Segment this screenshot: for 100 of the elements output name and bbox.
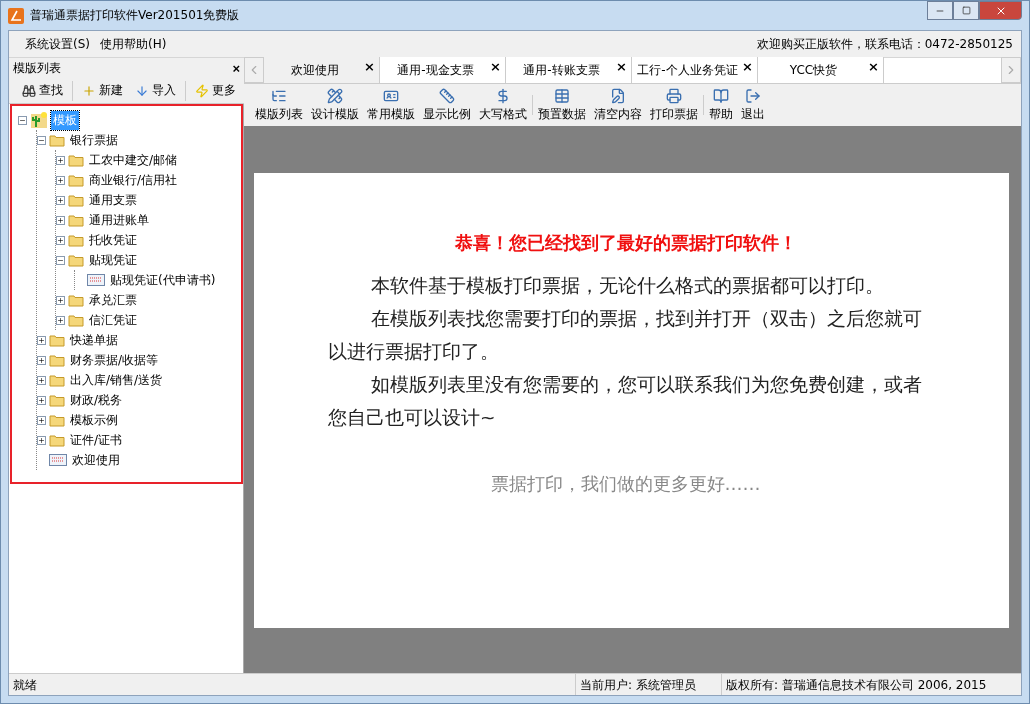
expand-toggle[interactable]: [56, 235, 65, 245]
tab-close-button[interactable]: ×: [616, 59, 627, 74]
tree-item[interactable]: 欢迎使用: [70, 450, 122, 470]
tree-item[interactable]: 证件/证书: [68, 430, 125, 450]
expand-toggle[interactable]: [56, 255, 65, 265]
expand-toggle[interactable]: [37, 415, 46, 425]
folder-icon: [68, 253, 84, 267]
tab[interactable]: 通用-现金支票 ×: [380, 57, 506, 83]
tab-close-button[interactable]: ×: [742, 59, 753, 74]
toolbar-button[interactable]: 导入: [132, 80, 179, 101]
toolbar-button[interactable]: 帮助: [706, 85, 736, 125]
tree-item[interactable]: 工农中建交/邮储: [87, 150, 180, 170]
tree-item[interactable]: 财务票据/收据等: [68, 350, 161, 370]
tab-close-button[interactable]: ×: [364, 59, 375, 74]
tree-item[interactable]: 承兑汇票: [87, 290, 139, 310]
toolbar-button[interactable]: 预置数据: [535, 85, 589, 125]
tab-close-button[interactable]: ×: [490, 59, 501, 74]
panel-title: 模版列表: [13, 59, 61, 77]
folder-icon: [49, 433, 65, 447]
form-icon: [49, 454, 67, 466]
plus-icon: [38, 396, 45, 404]
tree-item[interactable]: 贴现凭证: [87, 250, 139, 270]
welcome-heading: 恭喜！您已经找到了最好的票据打印软件！: [453, 231, 798, 255]
toolbar-button[interactable]: 新建: [79, 80, 126, 101]
tree-item[interactable]: 托收凭证: [87, 230, 139, 250]
book-icon: [713, 87, 729, 104]
toolbar-button[interactable]: 更多: [192, 80, 239, 101]
toolbar-button[interactable]: 查找: [19, 80, 66, 101]
plus-icon: [38, 356, 45, 364]
slogan-text: 票据打印，我们做的更多更好……: [489, 472, 762, 496]
tree-item[interactable]: 贴现凭证(代申请书): [108, 270, 218, 290]
promo-text: 欢迎购买正版软件，联系电话：0472-2850125: [756, 35, 1013, 53]
expand-toggle[interactable]: [37, 395, 46, 405]
tab[interactable]: 通用-转账支票 ×: [506, 57, 632, 83]
folder-icon: [68, 233, 84, 247]
folder-icon: [49, 333, 65, 347]
folder-icon: [49, 133, 65, 147]
tree-item[interactable]: 出入库/销售/送货: [68, 370, 165, 390]
expand-toggle[interactable]: [37, 135, 46, 145]
expand-toggle[interactable]: [18, 115, 27, 125]
maximize-button[interactable]: [953, 1, 979, 20]
plus-icon: [57, 176, 64, 184]
status-text: 就绪: [12, 677, 38, 694]
tree-item[interactable]: 财政/税务: [68, 390, 125, 410]
plus-icon: [57, 296, 64, 304]
ruler-pencil-icon: [327, 87, 343, 104]
expand-toggle[interactable]: [56, 175, 65, 185]
expand-toggle[interactable]: [56, 155, 65, 165]
plus-icon: [38, 436, 45, 444]
expand-toggle[interactable]: [37, 335, 46, 345]
dollar-icon: [495, 87, 511, 104]
tab-close-button[interactable]: ×: [868, 59, 879, 74]
menu-item[interactable]: 使用帮助(H): [100, 33, 167, 55]
tab[interactable]: 欢迎使用 ×: [264, 57, 380, 83]
toolbar-button[interactable]: 打印票据: [647, 85, 701, 125]
panel-close-button[interactable]: ×: [232, 60, 240, 76]
tab[interactable]: 工行-个人业务凭证 ×: [632, 57, 758, 83]
tree-item[interactable]: 快递单据: [68, 330, 120, 350]
minimize-button[interactable]: [927, 1, 953, 20]
tree-item[interactable]: 模板示例: [68, 410, 120, 430]
tab[interactable]: YCC快货 ×: [758, 57, 884, 83]
binoculars-icon: [22, 83, 36, 98]
cactus-picture-icon: [30, 111, 48, 129]
welcome-paragraph: 在模版列表找您需要打印的票据，找到并打开（双击）之后您就可以进行票据打印了。: [328, 307, 923, 364]
ruler-icon: [439, 87, 455, 104]
table-icon: [554, 87, 570, 104]
plus-icon: [38, 416, 45, 424]
folder-icon: [68, 153, 84, 167]
tree-item[interactable]: 通用支票: [87, 190, 139, 210]
folder-icon: [68, 213, 84, 227]
folder-icon: [68, 173, 84, 187]
expand-toggle[interactable]: [37, 435, 46, 445]
toolbar-button[interactable]: 大写格式: [476, 85, 530, 125]
toolbar-button[interactable]: 模版列表: [252, 85, 306, 125]
expand-toggle[interactable]: [37, 375, 46, 385]
expand-toggle[interactable]: [56, 195, 65, 205]
toolbar-button[interactable]: 设计模版: [308, 85, 362, 125]
window-title: 普瑞通票据打印软件Ver201501免费版: [30, 7, 241, 24]
tree-item[interactable]: 银行票据: [68, 130, 120, 150]
toolbar-button[interactable]: 清空内容: [591, 85, 645, 125]
plus-icon: [38, 336, 45, 344]
toolbar-button[interactable]: 显示比例: [420, 85, 474, 125]
app-logo-icon: [8, 7, 24, 24]
menu-item[interactable]: 系统设置(S): [25, 33, 90, 55]
expand-toggle[interactable]: [37, 355, 46, 365]
expand-toggle[interactable]: [56, 215, 65, 225]
tree-item[interactable]: 信汇凭证: [87, 310, 139, 330]
expand-toggle[interactable]: [56, 315, 65, 325]
toolbar-button[interactable]: 常用模版: [364, 85, 418, 125]
tree-item[interactable]: 商业银行/信用社: [87, 170, 180, 190]
plus-icon: [38, 376, 45, 384]
folder-icon: [49, 413, 65, 427]
expand-toggle[interactable]: [56, 295, 65, 305]
maximize-icon: [961, 6, 971, 15]
toolbar-button[interactable]: 退出: [738, 85, 768, 125]
folder-icon: [49, 393, 65, 407]
tree-item[interactable]: 通用进账单: [87, 210, 151, 230]
plus-icon: [57, 196, 64, 204]
folder-icon: [49, 353, 65, 367]
form-icon: [87, 274, 105, 286]
